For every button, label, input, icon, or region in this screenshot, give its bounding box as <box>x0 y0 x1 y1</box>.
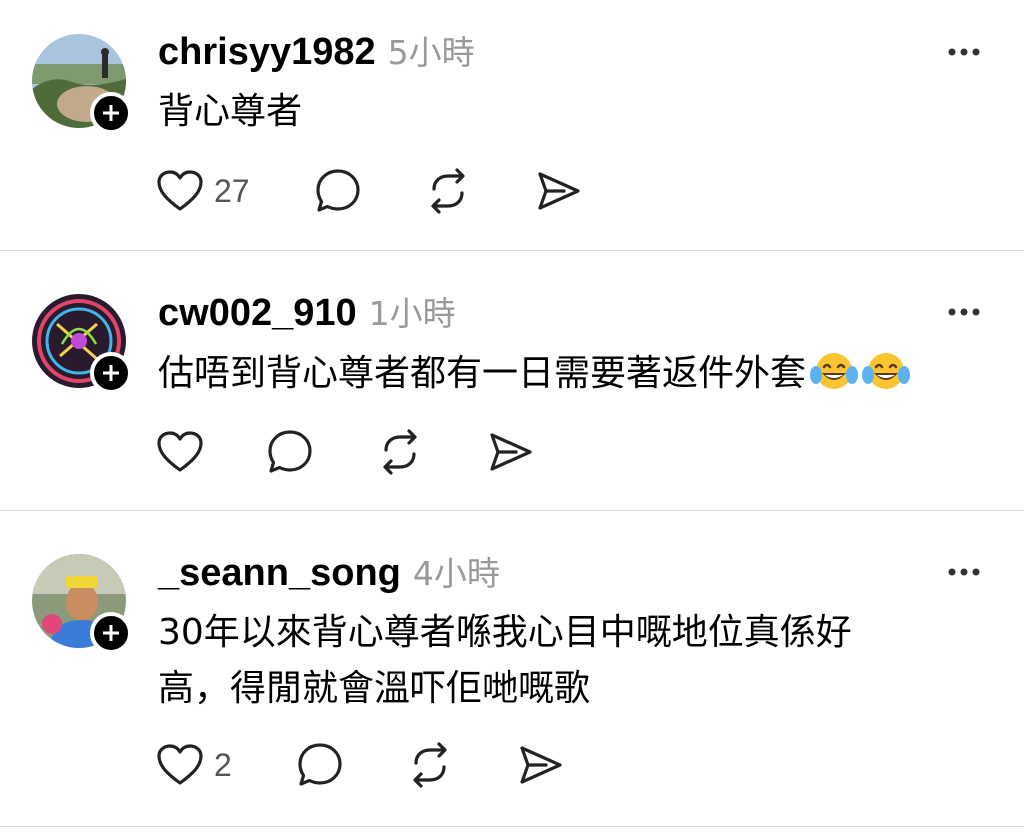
laughing-tears-emoji-icon <box>810 353 859 389</box>
username[interactable]: chrisyy1982 5小時 <box>158 30 475 75</box>
avatar-container <box>32 34 132 134</box>
plus-icon <box>103 105 119 121</box>
heart-icon <box>157 170 203 211</box>
username-text[interactable]: _seann_song <box>158 552 401 594</box>
reply-button[interactable] <box>296 740 344 790</box>
username[interactable]: _seann_song 4小時 <box>158 551 500 596</box>
username[interactable]: cw002_910 1小時 <box>158 291 456 336</box>
timestamp: 5小時 <box>387 33 475 72</box>
heart-icon <box>157 744 203 785</box>
comment-bubble-icon <box>298 743 342 786</box>
plus-icon <box>103 625 119 641</box>
like-count: 27 <box>214 172 250 209</box>
reply-button[interactable] <box>314 166 362 216</box>
heart-icon <box>157 431 203 472</box>
post-text-body: 估唔到背心尊者都有一日需要著返件外套 <box>158 353 807 394</box>
avatar-container <box>32 554 132 654</box>
send-icon <box>538 172 580 210</box>
send-icon <box>490 433 532 471</box>
repost-icon <box>431 168 465 214</box>
repost-button[interactable] <box>424 166 472 216</box>
username-text[interactable]: chrisyy1982 <box>158 31 376 73</box>
follow-button[interactable] <box>90 92 132 134</box>
post-text: 估唔到背心尊者都有一日需要著返件外套 <box>158 346 978 402</box>
post-3: _seann_song 4小時 30年以來背心尊者喺我心目中嘅地位真係好 高，得閒… <box>0 511 1024 839</box>
comment-bubble-icon <box>316 169 360 212</box>
divider <box>0 826 1024 827</box>
more-options-icon[interactable] <box>946 566 982 578</box>
avatar-container <box>32 294 132 394</box>
username-text[interactable]: cw002_910 <box>158 292 357 334</box>
repost-button[interactable] <box>406 740 454 790</box>
repost-icon <box>413 742 447 788</box>
timestamp: 4小時 <box>412 554 500 593</box>
repost-icon <box>383 429 417 475</box>
more-options-icon[interactable] <box>946 46 982 58</box>
share-button[interactable] <box>516 740 564 790</box>
like-count: 2 <box>214 746 232 783</box>
like-button[interactable]: 27 <box>156 166 250 216</box>
repost-button[interactable] <box>376 427 424 477</box>
post-1: chrisyy1982 5小時 背心尊者 27 <box>0 0 1024 251</box>
post-text-line: 30年以來背心尊者喺我心目中嘅地位真係好 <box>158 612 852 653</box>
share-button[interactable] <box>534 166 582 216</box>
share-button[interactable] <box>486 427 534 477</box>
post-text: 30年以來背心尊者喺我心目中嘅地位真係好 高，得閒就會溫吓佢哋嘅歌 <box>158 605 978 717</box>
post-text-line: 高，得閒就會溫吓佢哋嘅歌 <box>158 668 591 709</box>
timestamp: 1小時 <box>368 294 456 333</box>
laughing-tears-emoji-icon <box>862 353 911 389</box>
post-2: cw002_910 1小時 估唔到背心尊者都有一日需要著返件外套 <box>0 251 1024 511</box>
comment-bubble-icon <box>268 430 312 473</box>
follow-button[interactable] <box>90 612 132 654</box>
plus-icon <box>103 365 119 381</box>
reply-button[interactable] <box>266 427 314 477</box>
send-icon <box>520 746 562 784</box>
more-options-icon[interactable] <box>946 306 982 318</box>
like-button[interactable] <box>156 427 204 477</box>
follow-button[interactable] <box>90 352 132 394</box>
like-button[interactable]: 2 <box>156 740 232 790</box>
post-text: 背心尊者 <box>158 91 303 132</box>
